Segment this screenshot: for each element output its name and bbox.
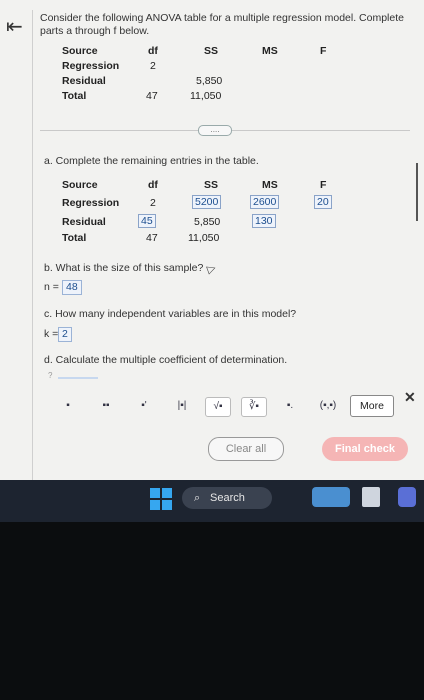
- sample-size-input[interactable]: 48: [62, 280, 82, 295]
- header-f: F: [320, 45, 327, 57]
- anova-table-given: Source df SS MS F Regression 2 Residual …: [62, 45, 402, 105]
- table-header: Source df SS MS F: [62, 179, 402, 194]
- table-row: Total 47 11,050: [62, 232, 402, 247]
- part-a-question: a. Complete the remaining entries in the…: [44, 155, 259, 167]
- back-arrow-icon[interactable]: ⇤: [6, 17, 23, 37]
- row-ss: 11,050: [190, 90, 222, 102]
- clear-all-button[interactable]: Clear all: [208, 437, 284, 461]
- answer-caret: ?: [48, 371, 53, 380]
- row-source: Regression: [62, 197, 120, 209]
- fraction-icon[interactable]: ▪: [55, 395, 81, 417]
- mouse-cursor-icon: ▷: [205, 261, 218, 277]
- search-label: Search: [210, 492, 245, 504]
- header-source: Source: [62, 45, 98, 57]
- regression-ss-input[interactable]: 5200: [192, 195, 222, 209]
- part-b-question: b. What is the size of this sample?: [44, 262, 204, 274]
- nth-root-icon[interactable]: ∛▪: [241, 397, 267, 417]
- row-source: Total: [62, 90, 87, 102]
- anova-table-answer: Source df SS MS F Regression 2 5200 2600…: [62, 179, 402, 247]
- table-row: Regression 2 5200 2600 20: [62, 194, 402, 213]
- exponent-icon[interactable]: ▪': [131, 395, 157, 417]
- mixed-number-icon[interactable]: ▪▪: [93, 395, 119, 417]
- browser-content: ⇤ Consider the following ANOVA table for…: [0, 0, 424, 522]
- row-source: Residual: [62, 75, 106, 87]
- part-c-question: c. How many independent variables are in…: [44, 308, 297, 320]
- final-check-button[interactable]: Final check: [322, 437, 408, 461]
- independent-vars-input[interactable]: 2: [58, 327, 72, 342]
- row-source: Regression: [62, 60, 120, 72]
- residual-df-input[interactable]: 45: [138, 214, 156, 228]
- regression-f-input[interactable]: 20: [314, 195, 332, 209]
- absolute-value-icon[interactable]: |▪|: [169, 395, 195, 417]
- more-button[interactable]: More: [350, 395, 394, 417]
- scrollbar[interactable]: [416, 163, 418, 221]
- app-icon[interactable]: [362, 487, 380, 507]
- app-icon[interactable]: [398, 487, 416, 507]
- interval-icon[interactable]: (▪,▪): [313, 395, 343, 417]
- row-source: Residual: [62, 216, 106, 228]
- table-row: Regression 2: [62, 60, 402, 75]
- taskbar-search[interactable]: ⌕ Search: [182, 487, 272, 509]
- table-row: Residual 45 5,850 130: [62, 213, 402, 232]
- problem-statement: Consider the following ANOVA table for a…: [40, 12, 404, 37]
- table-header: Source df SS MS F: [62, 45, 402, 60]
- part-d-question: d. Calculate the multiple coefficient of…: [44, 354, 288, 366]
- row-df: 2: [150, 197, 156, 209]
- header-f: F: [320, 179, 327, 191]
- row-df: 47: [146, 232, 158, 244]
- decimal-icon[interactable]: ▪.: [277, 395, 303, 417]
- regression-ms-input[interactable]: 2600: [250, 195, 280, 209]
- header-source: Source: [62, 179, 98, 191]
- residual-ms-input[interactable]: 130: [252, 214, 276, 228]
- independent-vars-label: k =: [44, 328, 59, 340]
- header-ss: SS: [204, 179, 219, 191]
- left-divider: [32, 10, 33, 520]
- header-df: df: [148, 179, 158, 191]
- header-ms: MS: [262, 179, 278, 191]
- header-ss: SS: [204, 45, 219, 57]
- table-row: Total 47 11,050: [62, 90, 402, 105]
- sample-size-label: n =: [44, 281, 59, 293]
- square-root-icon[interactable]: √▪: [205, 397, 231, 417]
- search-icon: ⌕: [194, 492, 201, 504]
- expand-dots-button[interactable]: ....: [198, 125, 232, 136]
- row-ss: 5,850: [196, 75, 223, 87]
- row-source: Total: [62, 232, 87, 244]
- row-ss: 5,850: [194, 216, 221, 228]
- math-toolbar: ▪ ▪▪ ▪' |▪| √▪ ∛▪ ▪. (▪,▪): [55, 395, 359, 417]
- header-ms: MS: [262, 45, 278, 57]
- row-df: 47: [146, 90, 158, 102]
- table-row: Residual 5,850: [62, 75, 402, 90]
- header-df: df: [148, 45, 158, 57]
- row-df: 2: [150, 60, 156, 72]
- r-squared-input[interactable]: [58, 377, 98, 379]
- row-ss: 11,050: [188, 232, 220, 244]
- windows-start-icon[interactable]: [150, 488, 172, 510]
- weather-widget-icon[interactable]: [312, 487, 350, 507]
- close-icon[interactable]: ✕: [404, 389, 416, 406]
